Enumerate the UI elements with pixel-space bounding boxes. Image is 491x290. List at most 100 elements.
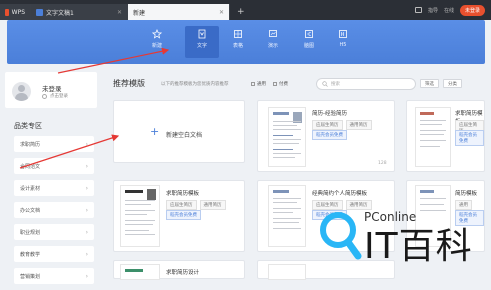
category-label: 合同范文 <box>20 163 41 170</box>
watermark-brand: PConline <box>364 210 417 224</box>
template-tags: 应届生简历 通用简历 <box>312 120 372 130</box>
template-title: 求职简历设计 <box>166 270 200 276</box>
user-subtitle-text: 点击登录 <box>50 94 68 99</box>
filter-common[interactable]: 通用 <box>251 81 266 87</box>
ribbon-spreadsheet[interactable]: 表格 <box>221 26 255 58</box>
template-tag: 应届生简历 <box>166 200 197 210</box>
template-thumbnail <box>268 185 306 247</box>
title-right-controls: 指导 在线 未登录 <box>414 0 491 20</box>
category-item[interactable]: 教育教学 › <box>14 246 94 262</box>
new-blank-document-card[interactable]: + 新建空白文档 <box>113 100 245 163</box>
tab-label: WPS <box>11 8 25 16</box>
ribbon-h5[interactable]: H5 <box>326 26 360 58</box>
section-hint: 以下的推荐模板为您优质内容推荐 <box>161 82 229 87</box>
ribbon-label: 演示 <box>267 43 278 49</box>
login-button[interactable]: 未登录 <box>459 4 485 16</box>
user-subtitle: 点击登录 <box>42 93 68 99</box>
category-label: 办公文档 <box>20 207 41 214</box>
table-icon <box>234 30 242 38</box>
watermark: PConline IT百科 <box>316 196 491 279</box>
category-item[interactable]: 合同范文 › <box>14 158 94 174</box>
avatar[interactable] <box>12 82 31 101</box>
ribbon-label: 文字 <box>196 43 207 49</box>
category-item[interactable]: 营销策划 › <box>14 268 94 284</box>
tab-label: 文字文稿1 <box>46 9 74 17</box>
search-icon <box>322 81 328 87</box>
member-free-badge[interactable]: 稻壳会员免费 <box>166 210 201 220</box>
member-free-badge[interactable]: 稻壳会员免费 <box>455 130 484 146</box>
filter-button[interactable]: 筛选 <box>420 79 439 88</box>
chevron-right-icon: › <box>85 162 88 170</box>
presentation-icon <box>269 30 277 37</box>
star-icon <box>152 29 162 39</box>
ribbon-label: 新建 <box>151 43 162 49</box>
chevron-right-icon: › <box>85 206 88 214</box>
window-icon[interactable] <box>414 7 422 13</box>
document-icon <box>198 29 206 39</box>
new-blank-label: 新建空白文档 <box>166 132 203 139</box>
ribbon-toolbar: 新建 文字 表格 演示 脑图 H5 <box>7 20 485 64</box>
ribbon-label: 脑图 <box>303 43 314 49</box>
template-title: 简历-经验简历 <box>312 111 347 117</box>
h5-icon <box>339 30 347 38</box>
close-icon[interactable]: ✕ <box>117 9 122 16</box>
plus-icon: + <box>150 125 160 138</box>
checkbox-icon <box>251 82 255 86</box>
ribbon-mindmap[interactable]: 脑图 <box>292 26 326 58</box>
template-tags: 应届生简历 通用简历 <box>166 200 226 210</box>
filter-paid[interactable]: 付费 <box>273 81 288 87</box>
filter-label: 通用 <box>257 82 266 87</box>
document-icon <box>36 8 43 16</box>
category-item[interactable]: 办公文档 › <box>14 202 94 218</box>
chevron-right-icon: › <box>85 272 88 280</box>
title-bar: WPS 文字文稿1 ✕ 新建 ✕ + 指导 在线 未登录 <box>0 0 491 20</box>
category-button[interactable]: 分类 <box>443 79 462 88</box>
template-thumbnail <box>268 264 306 280</box>
user-name[interactable]: 未登录 <box>42 83 62 93</box>
ribbon-writer[interactable]: 文字 <box>185 26 219 58</box>
template-tag: 通用简历 <box>199 200 226 210</box>
watermark-title: IT百科 <box>364 226 473 267</box>
category-item[interactable]: 职业规划 › <box>14 224 94 240</box>
chevron-right-icon: › <box>85 140 88 148</box>
category-label: 职业规划 <box>20 229 41 236</box>
template-tag: 应届生简历 <box>312 120 343 130</box>
tab-wps[interactable]: WPS <box>0 4 31 20</box>
category-label: 营销策划 <box>20 273 41 280</box>
category-list: 求职简历 › 合同范文 › 设计素材 › 办公文档 › 职业规划 › 教育教学 › 营销策划… <box>14 136 94 290</box>
template-thumbnail <box>268 107 306 167</box>
template-tag: 通用简历 <box>345 120 372 130</box>
template-stat: 128 <box>378 161 387 166</box>
tab-document[interactable]: 文字文稿1 ✕ <box>31 4 128 20</box>
search-placeholder: 搜索 <box>331 82 340 87</box>
mindmap-icon <box>305 30 313 38</box>
main-header: 推荐模版 以下的推荐模板为您优质内容推荐 通用 付费 搜索 筛选 分类 <box>113 78 485 94</box>
close-icon[interactable]: ✕ <box>219 9 224 16</box>
user-card[interactable]: 未登录 点击登录 <box>5 72 97 108</box>
ribbon-presentation[interactable]: 演示 <box>256 26 290 58</box>
template-card[interactable]: 求职简历模板 应届生简历 通用简历 稻壳会员免费 <box>113 180 245 252</box>
template-card[interactable]: 简历-经验简历 应届生简历 通用简历 稻壳会员免费 128 <box>257 100 395 172</box>
tab-new[interactable]: 新建 ✕ <box>128 4 230 20</box>
template-card[interactable]: 求职简历模板 应届生简历 稻壳会员免费 <box>406 100 485 172</box>
section-title: 推荐模版 <box>113 79 145 88</box>
guide-link[interactable]: 指导 <box>428 7 438 14</box>
member-free-badge[interactable]: 稻壳会员免费 <box>312 130 347 140</box>
ribbon-new[interactable]: 新建 <box>140 26 174 58</box>
magnifier-logo-icon <box>320 212 362 260</box>
category-item[interactable]: 求职简历 › <box>14 136 94 152</box>
ribbon-label: H5 <box>339 42 347 48</box>
template-thumbnail <box>120 185 160 247</box>
online-link[interactable]: 在线 <box>444 7 454 14</box>
template-thumbnail <box>120 264 160 280</box>
template-card[interactable]: 求职简历设计 <box>113 260 245 280</box>
category-item[interactable]: 设计素材 › <box>14 180 94 196</box>
new-tab-button[interactable]: + <box>230 4 252 20</box>
chevron-right-icon: › <box>85 228 88 236</box>
search-input[interactable]: 搜索 <box>316 78 416 90</box>
ribbon-label: 表格 <box>232 43 243 49</box>
user-status-icon <box>42 93 47 99</box>
template-title: 求职简历模板 <box>166 191 200 197</box>
category-label: 求职简历 <box>20 141 41 148</box>
filter-label: 付费 <box>279 82 288 87</box>
